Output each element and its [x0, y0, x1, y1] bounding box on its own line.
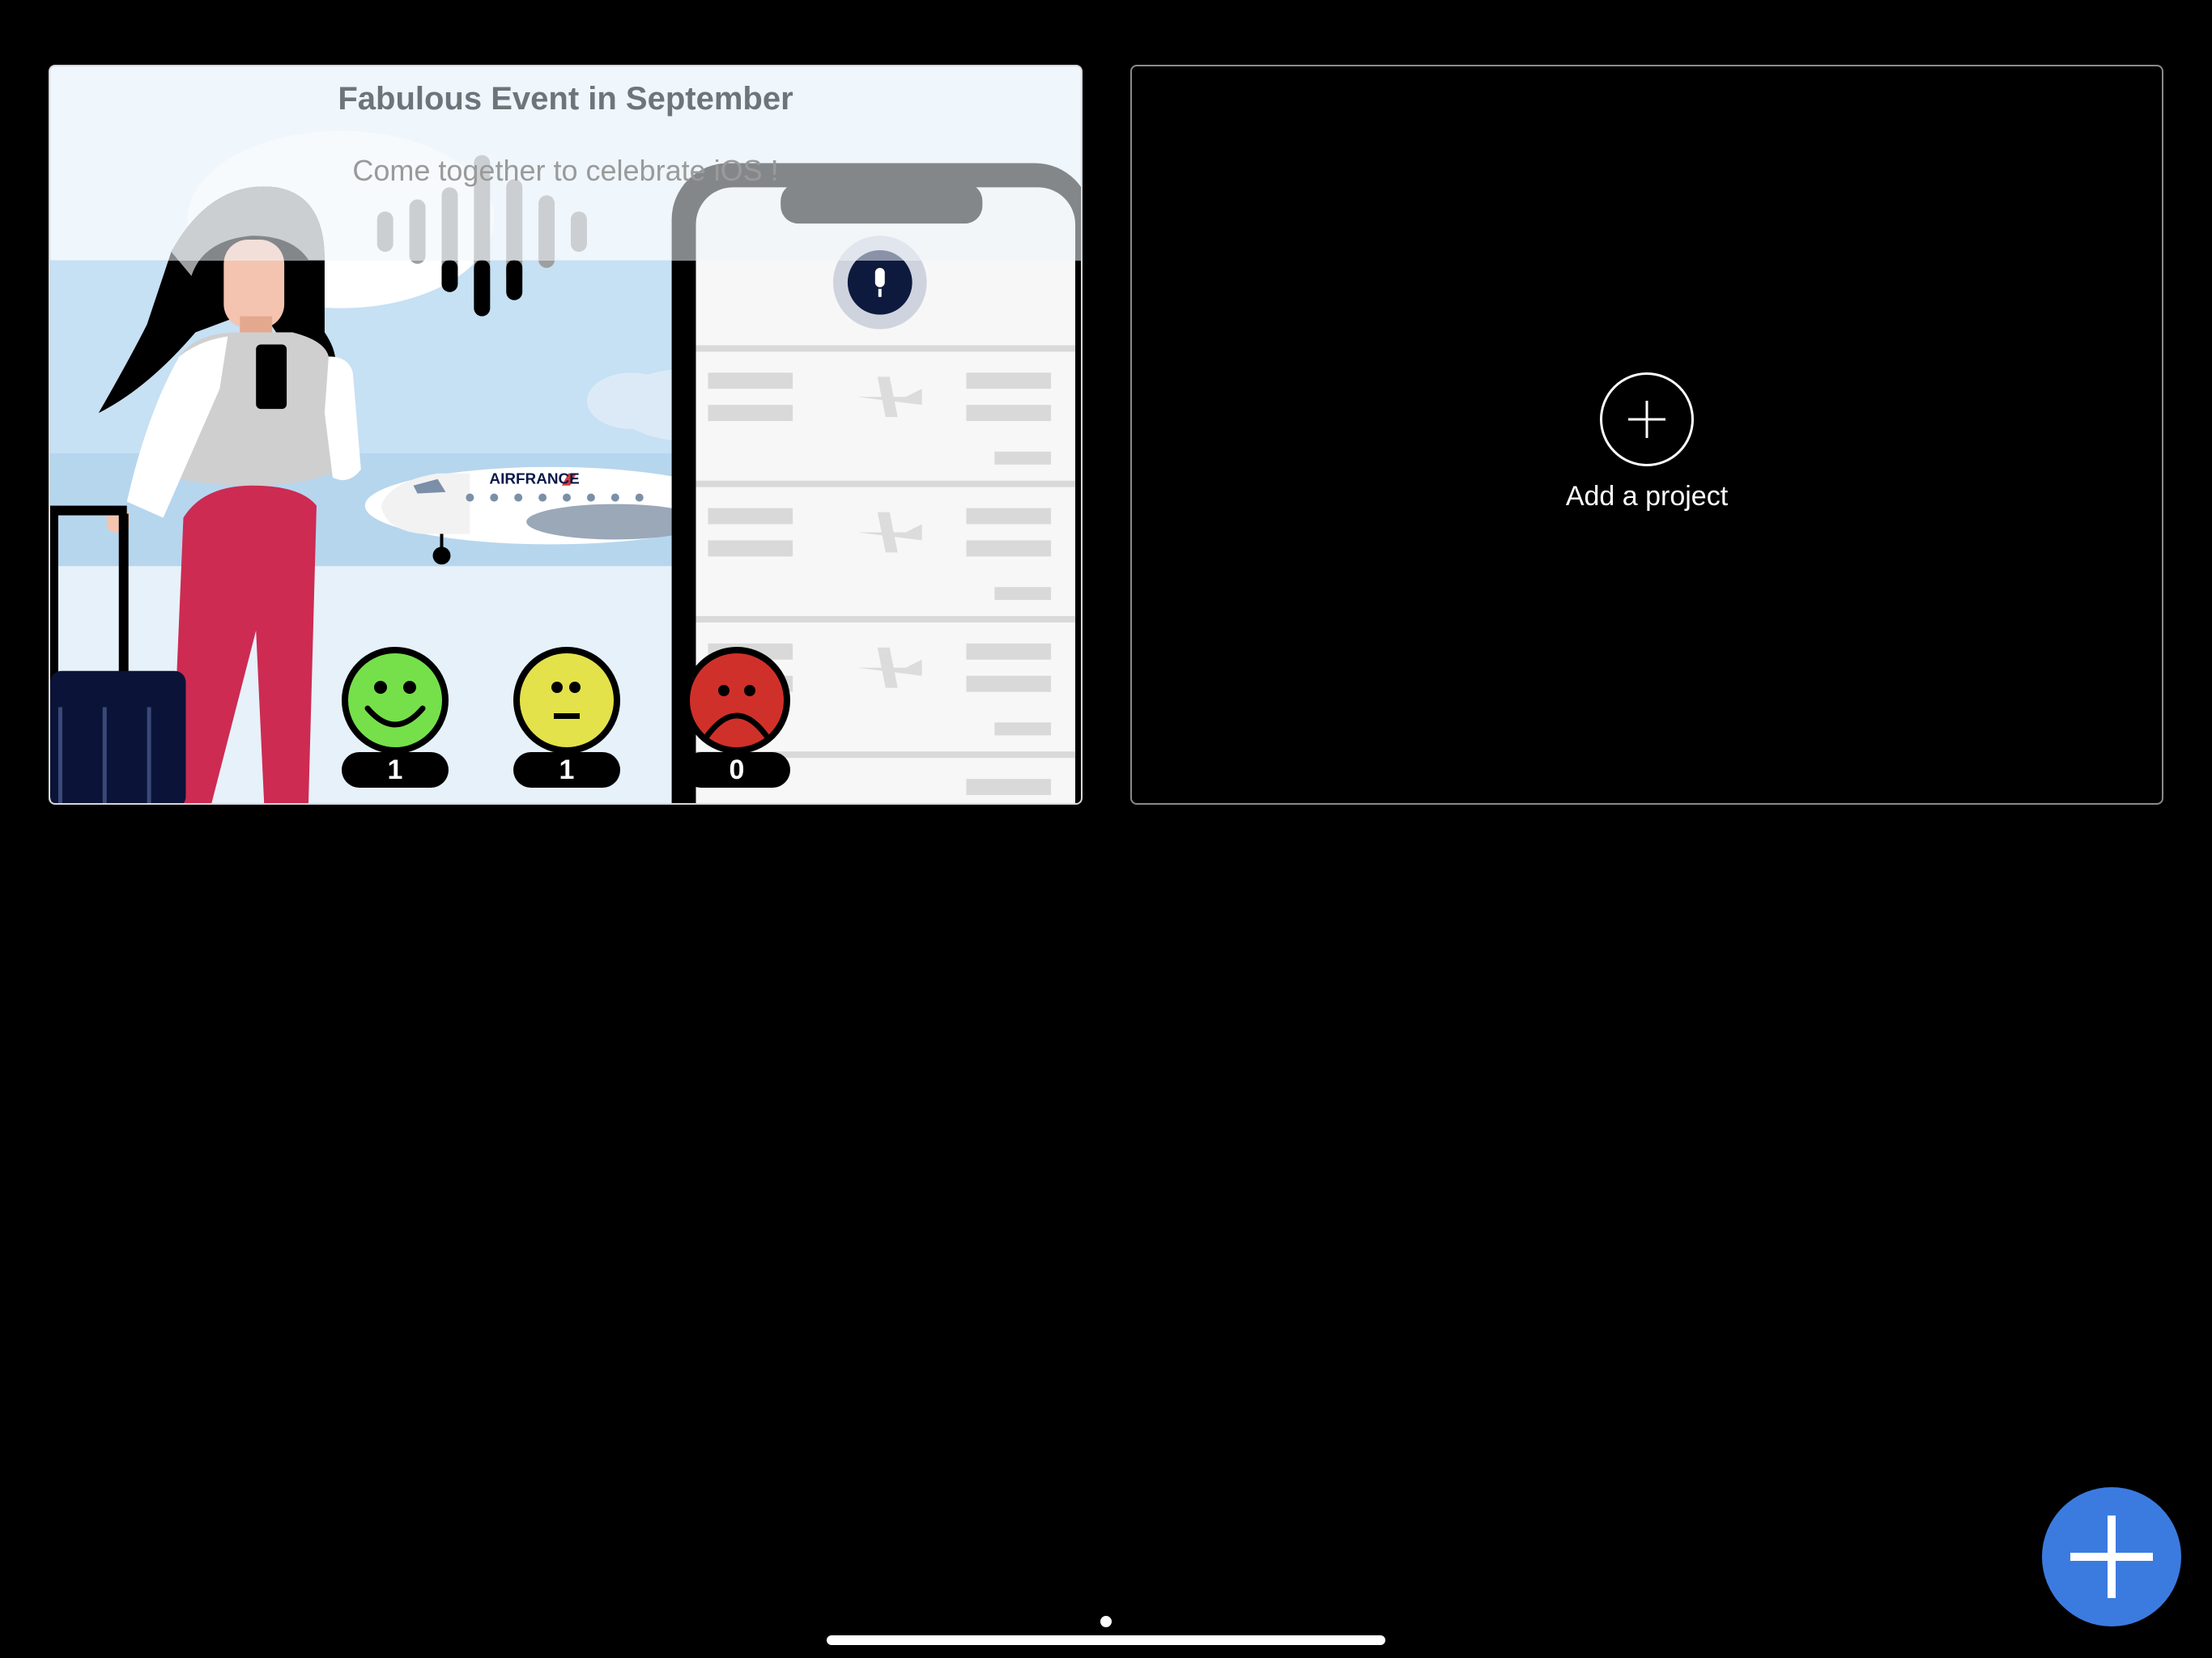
- vote-happy[interactable]: 1: [340, 645, 450, 788]
- happy-face-icon: [342, 647, 449, 754]
- sad-face-icon: [683, 647, 790, 754]
- add-project-label: Add a project: [1565, 481, 1729, 512]
- event-subtitle: Come together to celebrate iOS !: [352, 154, 779, 187]
- neutral-face-icon: [513, 647, 620, 754]
- page-indicator-dot: [1100, 1616, 1112, 1627]
- add-fab-button[interactable]: [2042, 1487, 2181, 1626]
- airline-label: AIRFRANCE: [489, 471, 579, 488]
- add-project-card[interactable]: Add a project: [1130, 65, 2163, 805]
- vote-neutral-count: 1: [513, 752, 620, 788]
- vote-neutral[interactable]: 1: [512, 645, 622, 788]
- vote-sad[interactable]: 0: [682, 645, 792, 788]
- plus-circle-icon[interactable]: [1600, 372, 1694, 466]
- vote-sad-count: 0: [683, 752, 790, 788]
- home-indicator[interactable]: [827, 1635, 1385, 1645]
- event-title: Fabulous Event in September: [338, 81, 793, 117]
- vote-happy-count: 1: [342, 752, 449, 788]
- event-card[interactable]: AIRFRANCE Fabulous Event in September Co…: [49, 65, 1083, 805]
